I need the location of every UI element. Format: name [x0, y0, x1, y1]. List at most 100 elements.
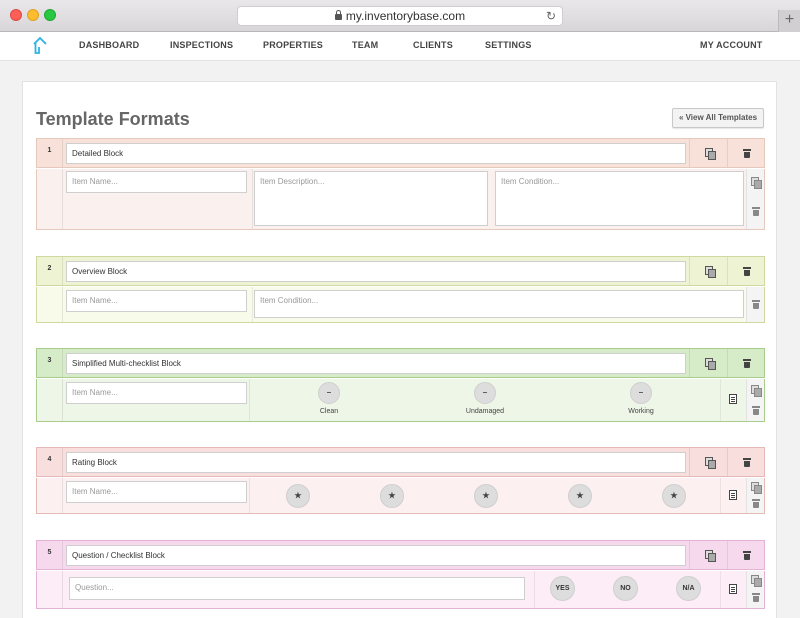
- new-tab-button[interactable]: +: [778, 10, 800, 32]
- divider: [534, 571, 535, 608]
- item-condition-textarea[interactable]: Item Condition...: [495, 171, 744, 226]
- item-actions: [746, 169, 764, 229]
- view-all-templates-button[interactable]: « View All Templates: [672, 108, 764, 128]
- item-name-input[interactable]: Item Name...: [66, 290, 247, 312]
- trash-icon: [743, 149, 751, 158]
- item-name-input[interactable]: Item Name...: [66, 171, 247, 193]
- page-title: Template Formats: [36, 109, 190, 129]
- rating-star-4[interactable]: ★: [568, 484, 592, 508]
- nav-team[interactable]: TEAM: [352, 40, 378, 50]
- block-name-input[interactable]: [66, 545, 686, 566]
- delete-item-icon[interactable]: [752, 499, 760, 508]
- notes-icon[interactable]: [729, 490, 737, 500]
- divider: [252, 287, 253, 322]
- block-gutter: [37, 379, 63, 421]
- duplicate-block-button[interactable]: [689, 349, 727, 377]
- copy-item-icon[interactable]: [751, 177, 762, 189]
- item-name-input[interactable]: Item Name...: [66, 481, 247, 503]
- block-body: Item Name... Item Condition...: [36, 287, 765, 323]
- divider: [249, 379, 250, 421]
- block-body: Question... YES NO N/A: [36, 571, 765, 609]
- block-name-input[interactable]: [66, 261, 686, 282]
- check-toggle-undamaged[interactable]: –: [474, 382, 496, 404]
- block-body: Item Name... – Clean – Undamaged – Worki…: [36, 379, 765, 422]
- notes-column: [720, 379, 746, 421]
- block-name-input[interactable]: [66, 143, 686, 164]
- notes-column: [720, 571, 746, 608]
- check-label-working: Working: [628, 408, 654, 415]
- block-gutter: [37, 169, 63, 229]
- check-toggle-clean[interactable]: –: [318, 382, 340, 404]
- copy-icon: [705, 266, 716, 278]
- block-name-input[interactable]: [66, 353, 686, 374]
- answer-yes-button[interactable]: YES: [550, 576, 575, 601]
- block-body: Item Name... Item Description... Item Co…: [36, 169, 765, 230]
- item-actions: [746, 287, 764, 322]
- duplicate-block-button[interactable]: [689, 257, 727, 285]
- nav-properties[interactable]: PROPERTIES: [263, 40, 323, 50]
- answer-na-button[interactable]: N/A: [676, 576, 701, 601]
- item-condition-textarea[interactable]: Item Condition...: [254, 290, 744, 318]
- rating-star-2[interactable]: ★: [380, 484, 404, 508]
- trash-icon: [743, 359, 751, 368]
- home-logo-icon[interactable]: [33, 37, 47, 54]
- reload-icon[interactable]: ↻: [546, 7, 556, 26]
- block-number: 5: [37, 541, 63, 569]
- copy-icon: [705, 457, 716, 469]
- check-toggle-working[interactable]: –: [630, 382, 652, 404]
- copy-item-icon[interactable]: [751, 575, 762, 587]
- copy-item-icon[interactable]: [751, 482, 762, 494]
- copy-icon: [705, 148, 716, 160]
- duplicate-block-button[interactable]: [689, 448, 727, 476]
- duplicate-block-button[interactable]: [689, 139, 727, 167]
- nav-clients[interactable]: CLIENTS: [413, 40, 453, 50]
- nav-my-account[interactable]: MY ACCOUNT: [700, 40, 763, 50]
- duplicate-block-button[interactable]: [689, 541, 727, 569]
- item-description-textarea[interactable]: Item Description...: [254, 171, 488, 226]
- delete-item-icon[interactable]: [752, 593, 760, 602]
- delete-block-button[interactable]: [727, 448, 765, 476]
- item-name-input[interactable]: Item Name...: [66, 382, 247, 404]
- close-window-button[interactable]: [10, 9, 22, 21]
- delete-block-button[interactable]: [727, 257, 765, 285]
- nav-inspections[interactable]: INSPECTIONS: [170, 40, 233, 50]
- block-gutter: [37, 478, 63, 513]
- question-input[interactable]: Question...: [69, 577, 525, 600]
- address-bar[interactable]: my.inventorybase.com ↻: [237, 6, 563, 26]
- block-detailed: 1 Item Name... Item Description... Item …: [36, 138, 765, 230]
- template-formats-card: Template Formats « View All Templates 1 …: [22, 81, 777, 618]
- minimize-window-button[interactable]: [27, 9, 39, 21]
- notes-column: [720, 478, 746, 513]
- delete-block-button[interactable]: [727, 541, 765, 569]
- nav-settings[interactable]: SETTINGS: [485, 40, 532, 50]
- delete-item-icon[interactable]: [752, 300, 760, 309]
- trash-icon: [743, 458, 751, 467]
- block-multi-checklist: 3 Item Name... – Clean – Undamaged – Wor…: [36, 348, 765, 422]
- block-header: 1: [36, 138, 765, 168]
- delete-item-icon[interactable]: [752, 207, 760, 216]
- delete-item-icon[interactable]: [752, 406, 760, 415]
- block-body: Item Name... ★ ★ ★ ★ ★: [36, 478, 765, 514]
- rating-star-5[interactable]: ★: [662, 484, 686, 508]
- block-number: 2: [37, 257, 63, 285]
- item-actions: [746, 379, 764, 421]
- rating-star-3[interactable]: ★: [474, 484, 498, 508]
- block-header: 3: [36, 348, 765, 378]
- delete-block-button[interactable]: [727, 349, 765, 377]
- block-name-input[interactable]: [66, 452, 686, 473]
- notes-icon[interactable]: [729, 584, 737, 594]
- copy-item-icon[interactable]: [751, 385, 762, 397]
- nav-dashboard[interactable]: DASHBOARD: [79, 40, 139, 50]
- block-question-checklist: 5 Question... YES NO N/A: [36, 540, 765, 609]
- check-label-clean: Clean: [319, 408, 339, 415]
- url-text: my.inventorybase.com: [345, 9, 466, 23]
- rating-star-1[interactable]: ★: [286, 484, 310, 508]
- block-overview: 2 Item Name... Item Condition...: [36, 256, 765, 323]
- block-rating: 4 Item Name... ★ ★ ★ ★ ★: [36, 447, 765, 514]
- check-label-undamaged: Undamaged: [465, 408, 505, 415]
- divider: [249, 478, 250, 513]
- maximize-window-button[interactable]: [44, 9, 56, 21]
- notes-icon[interactable]: [729, 394, 737, 404]
- answer-no-button[interactable]: NO: [613, 576, 638, 601]
- delete-block-button[interactable]: [727, 139, 765, 167]
